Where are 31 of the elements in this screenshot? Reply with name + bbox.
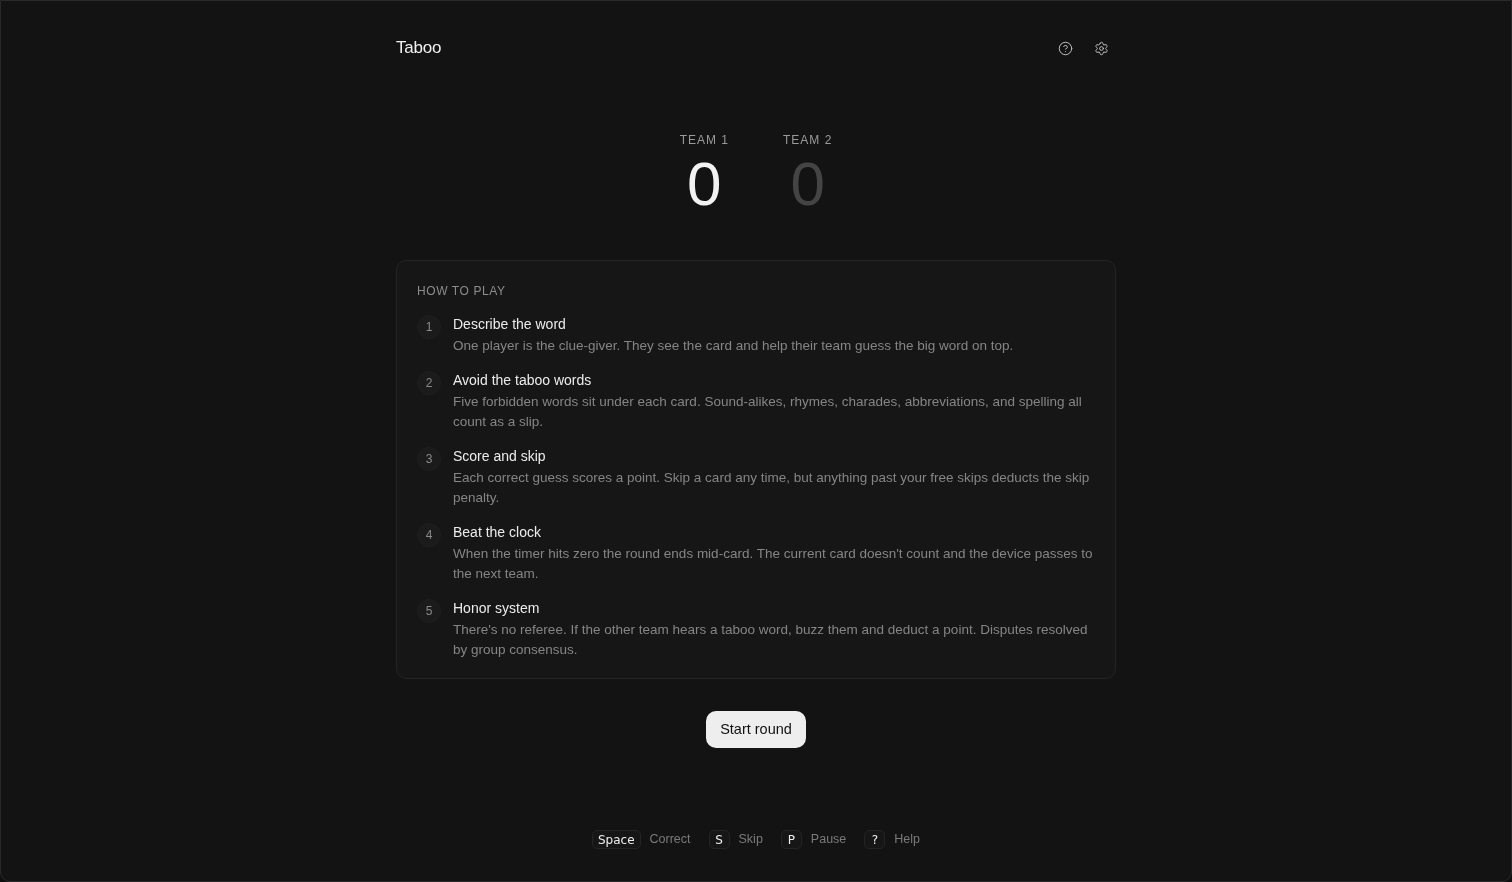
step-title: Describe the word [453, 315, 567, 334]
key-hint: P [780, 830, 802, 849]
app-title: Taboo [396, 37, 442, 60]
step-description: There's no referee. If the other team hears a taboo word, buzz them and deduct a point. Disputes resolved by group consensus. [453, 621, 1089, 659]
team-score: 0 [687, 153, 722, 215]
team-label: TEAM 1 [679, 132, 729, 148]
shortcut-label: Skip [738, 831, 763, 849]
key-hint: ? [864, 830, 886, 849]
settings-icon [1093, 40, 1109, 56]
step-number: 1 [417, 315, 441, 339]
step-title: Honor system [453, 599, 541, 618]
step-number: 3 [417, 447, 441, 471]
step-number: 5 [417, 599, 441, 623]
step-number: 2 [417, 371, 441, 395]
step-title: Avoid the taboo words [453, 371, 593, 390]
shortcut-label: Correct [649, 831, 691, 849]
step-number: 4 [417, 523, 441, 547]
key-hint: S [708, 830, 730, 849]
step-description: One player is the clue-giver. They see the card and help their team guess the big word on top. [453, 337, 1014, 355]
step-title: Beat the clock [453, 523, 542, 542]
step-title: Score and skip [453, 447, 547, 466]
key-hint: Space [591, 830, 641, 849]
step-description: Five forbidden words sit under each card. Sound-alikes, rhymes, charades, abbreviations, and spelling all count as a slip. [453, 393, 1083, 431]
shortcut-label: Help [894, 831, 921, 849]
step-description: When the timer hits zero the round ends mid-card. The current card doesn't count and the device passes to the next team. [453, 545, 1094, 583]
team-label: TEAM 2 [783, 132, 833, 148]
shortcut-label: Pause [810, 831, 847, 849]
step-description: Each correct guess scores a point. Skip a card any time, but anything past your free skips deducts the skip penalty. [453, 469, 1091, 507]
start-round-button[interactable]: Start round [706, 711, 806, 748]
section-heading: HOW TO PLAY [417, 283, 507, 299]
help-icon [1057, 40, 1073, 56]
